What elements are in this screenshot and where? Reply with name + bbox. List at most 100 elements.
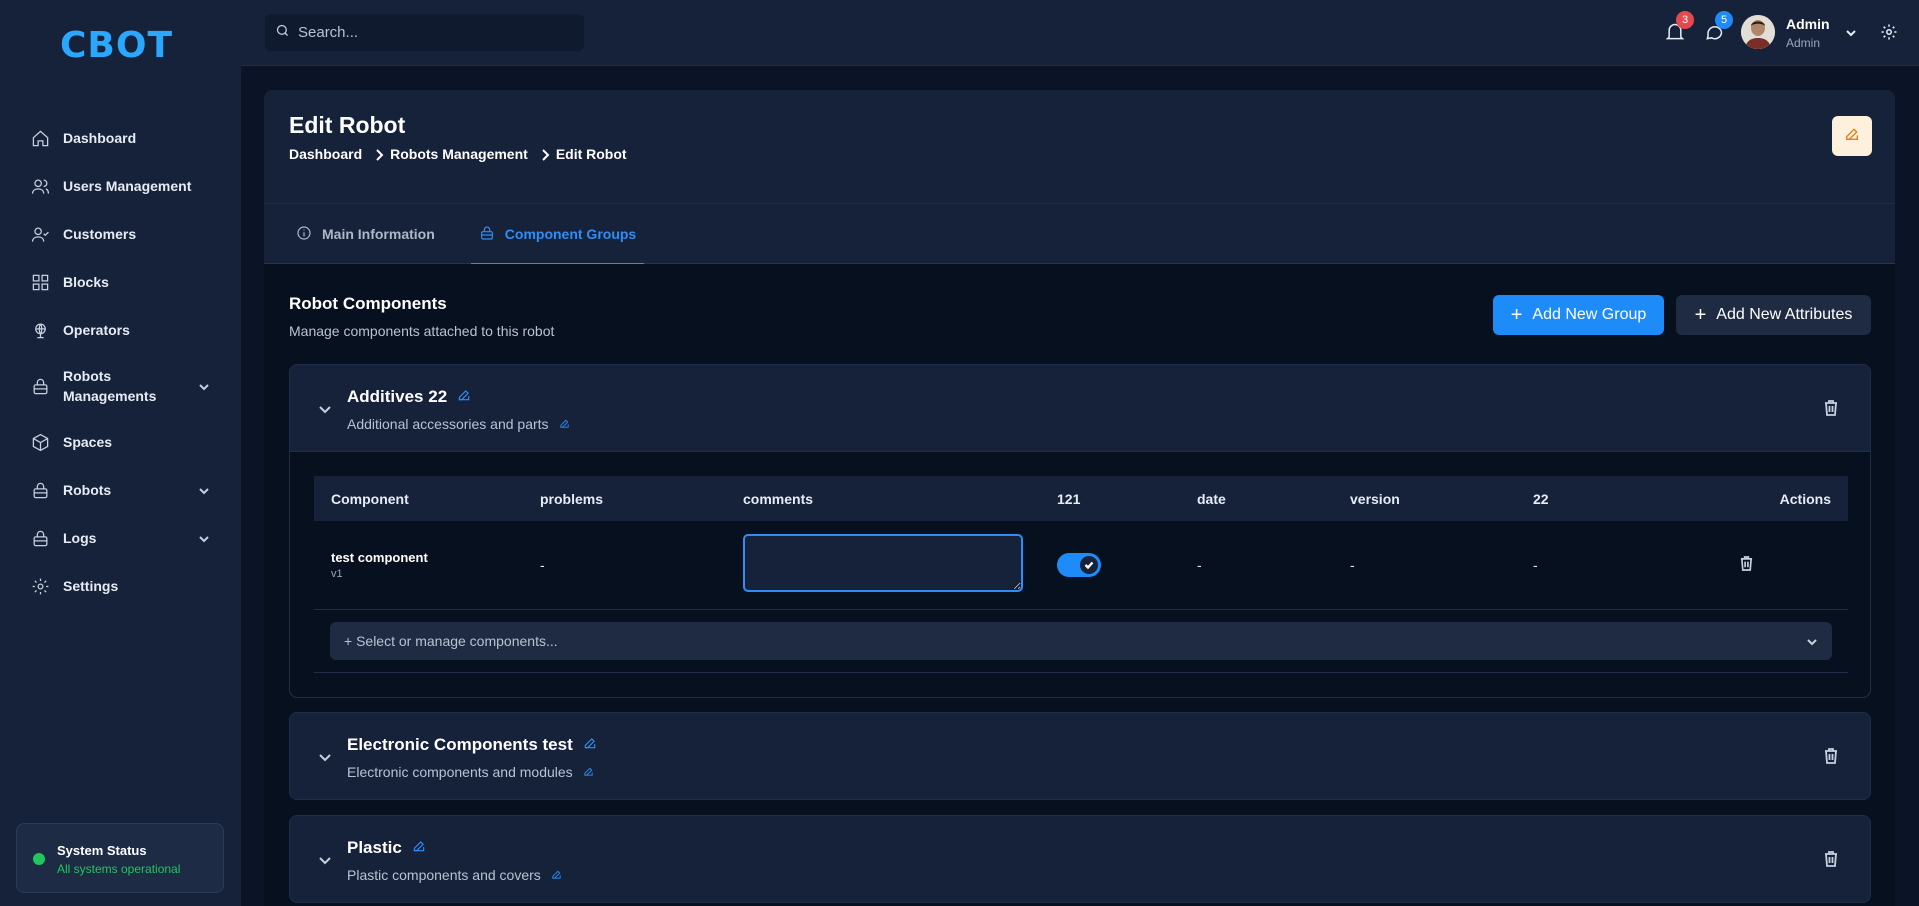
group-title-text: Additives 22 — [347, 387, 448, 406]
edit-icon[interactable] — [412, 838, 426, 858]
tab-main-information[interactable]: Main Information — [288, 204, 443, 264]
edit-icon[interactable] — [551, 867, 562, 883]
group-subtitle: Plastic components and covers — [347, 867, 562, 883]
lock-icon — [479, 225, 505, 244]
column-header: 22 — [1516, 476, 1706, 521]
edit-button[interactable] — [1832, 116, 1872, 156]
section-title: Robot Components — [289, 294, 447, 313]
edit-icon[interactable] — [583, 764, 594, 780]
sidebar-item-label: Spaces — [63, 434, 113, 450]
sidebar-item-label: Robots Managements — [63, 368, 157, 404]
group-title-text: Plastic — [347, 838, 402, 857]
column-header: comments — [726, 476, 1040, 521]
chevron-down-icon[interactable] — [1845, 26, 1857, 38]
user-check-icon — [30, 224, 50, 244]
page-title: Edit Robot — [289, 112, 406, 138]
button-label: Add New Group — [1532, 306, 1647, 323]
breadcrumb-item-dashboard[interactable]: Dashboard — [289, 146, 362, 162]
group-header[interactable]: Plastic Plastic components and covers — [290, 816, 1870, 902]
edit-icon[interactable] — [559, 416, 570, 432]
toggle-121[interactable] — [1057, 552, 1101, 577]
sidebar-item-users-management[interactable]: Users Management — [20, 162, 220, 210]
button-label: Add New Attributes — [1716, 306, 1853, 323]
sidebar-item-dashboard[interactable]: Dashboard — [20, 114, 220, 162]
sidebar-item-robots-managements[interactable]: Robots Managements — [20, 354, 220, 418]
chevron-down-icon — [1806, 635, 1818, 647]
sidebar-item-settings[interactable]: Settings — [20, 562, 220, 610]
avatar[interactable] — [1741, 15, 1775, 49]
status-title: System Status — [57, 843, 147, 858]
group-header[interactable]: Electronic Components test Electronic co… — [290, 713, 1870, 799]
column-header: version — [1333, 476, 1516, 521]
edit-icon[interactable] — [583, 735, 597, 755]
actions-cell — [1706, 521, 1848, 610]
add-new-attributes-button[interactable]: + Add New Attributes — [1676, 295, 1871, 335]
column-header: problems — [523, 476, 726, 521]
avatar-image — [1741, 15, 1775, 49]
version-cell: - — [1333, 521, 1516, 610]
component-group: Additives 22 Additional accessories and … — [289, 364, 1871, 698]
toggle-cell — [1040, 521, 1180, 610]
trash-icon[interactable] — [1740, 555, 1753, 574]
app-logo[interactable]: CBOT — [60, 28, 173, 64]
trash-icon[interactable] — [1824, 748, 1838, 764]
sidebar-item-blocks[interactable]: Blocks — [20, 258, 220, 306]
trash-icon[interactable] — [1824, 851, 1838, 867]
sidebar-item-label: Logs — [63, 530, 97, 546]
plus-icon: + — [1694, 304, 1707, 326]
table-header-row: Component problems comments 121 date ver… — [314, 476, 1848, 521]
plus-icon: + — [1510, 304, 1523, 326]
user-name[interactable]: Admin — [1786, 16, 1830, 32]
globe-icon — [30, 320, 50, 340]
user-role: Admin — [1786, 36, 1821, 50]
section-subtitle: Manage components attached to this robot — [289, 323, 555, 339]
group-subtitle: Additional accessories and parts — [347, 416, 570, 432]
comments-textarea[interactable] — [743, 534, 1023, 593]
date-cell: - — [1180, 521, 1333, 610]
sidebar-item-label: Customers — [63, 226, 137, 242]
group-header[interactable]: Additives 22 Additional accessories and … — [290, 365, 1870, 451]
chevron-right-icon — [540, 148, 550, 161]
search-icon — [275, 23, 298, 43]
component-version-tag: v1 — [331, 567, 343, 580]
component-group: Plastic Plastic components and covers — [289, 815, 1871, 903]
tab-component-groups[interactable]: Component Groups — [470, 204, 645, 265]
group-title: Additives 22 — [347, 387, 471, 407]
sidebar-item-robots[interactable]: Robots — [20, 466, 220, 514]
sidebar-item-logs[interactable]: Logs — [20, 514, 220, 562]
sidebar-item-label: Settings — [63, 578, 119, 594]
info-icon — [296, 225, 322, 244]
sidebar: CBOT Dashboard Users Management Customer… — [0, 0, 241, 906]
edit-icon — [1844, 126, 1860, 147]
select-placeholder: + Select or manage components... — [344, 632, 558, 649]
trash-icon[interactable] — [1824, 400, 1838, 416]
search-box[interactable] — [265, 14, 584, 51]
lock-icon — [30, 528, 50, 548]
messages-badge: 5 — [1715, 11, 1733, 29]
sidebar-item-label: Dashboard — [63, 130, 137, 146]
edit-icon[interactable] — [457, 387, 471, 407]
breadcrumb: Dashboard Robots Management Edit Robot — [289, 146, 627, 162]
add-new-group-button[interactable]: + Add New Group — [1493, 295, 1664, 335]
grid-icon — [30, 272, 50, 292]
column-header: Actions — [1706, 476, 1848, 521]
messages-button[interactable]: 5 — [1704, 11, 1733, 44]
sidebar-item-customers[interactable]: Customers — [20, 210, 220, 258]
search-input[interactable] — [298, 24, 568, 41]
column-header: Component — [314, 476, 523, 521]
breadcrumb-item-robots-management[interactable]: Robots Management — [390, 146, 528, 162]
component-select-dropdown[interactable]: + Select or manage components... — [330, 621, 1832, 660]
cube-icon — [30, 432, 50, 452]
lock-icon — [30, 480, 50, 500]
notifications-button[interactable]: 3 — [1665, 11, 1694, 44]
chevron-down-icon[interactable] — [318, 750, 332, 764]
gear-icon[interactable] — [1880, 23, 1898, 41]
chevron-down-icon — [198, 380, 210, 392]
chevron-down-icon[interactable] — [318, 402, 332, 416]
component-group: Electronic Components test Electronic co… — [289, 712, 1871, 800]
sidebar-item-operators[interactable]: Operators — [20, 306, 220, 354]
problems-cell: - — [523, 521, 726, 610]
sidebar-item-spaces[interactable]: Spaces — [20, 418, 220, 466]
group-title: Plastic — [347, 838, 426, 858]
chevron-down-icon[interactable] — [318, 853, 332, 867]
